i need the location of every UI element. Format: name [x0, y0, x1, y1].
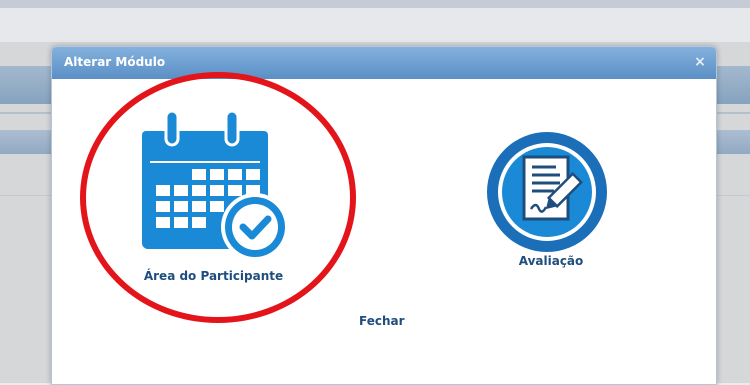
- dialog-title: Alterar Módulo: [64, 55, 166, 69]
- signed-document-icon: [487, 132, 607, 252]
- module-area-do-participante[interactable]: Área do Participante: [126, 109, 289, 294]
- calendar-check-icon: [142, 109, 289, 261]
- change-module-dialog: Alterar Módulo × Área do Participante Av…: [51, 46, 717, 385]
- fechar-link[interactable]: Fechar: [359, 314, 405, 328]
- dialog-titlebar: Alterar Módulo ×: [52, 47, 716, 79]
- module-avaliacao[interactable]: Avaliação: [476, 129, 607, 279]
- app-header-strip: [0, 8, 750, 42]
- close-icon[interactable]: ×: [692, 54, 708, 70]
- module-label-avaliacao: Avaliação: [518, 254, 584, 268]
- module-label-area-do-participante: Área do Participante: [143, 269, 284, 283]
- app-top-bar: [0, 0, 750, 8]
